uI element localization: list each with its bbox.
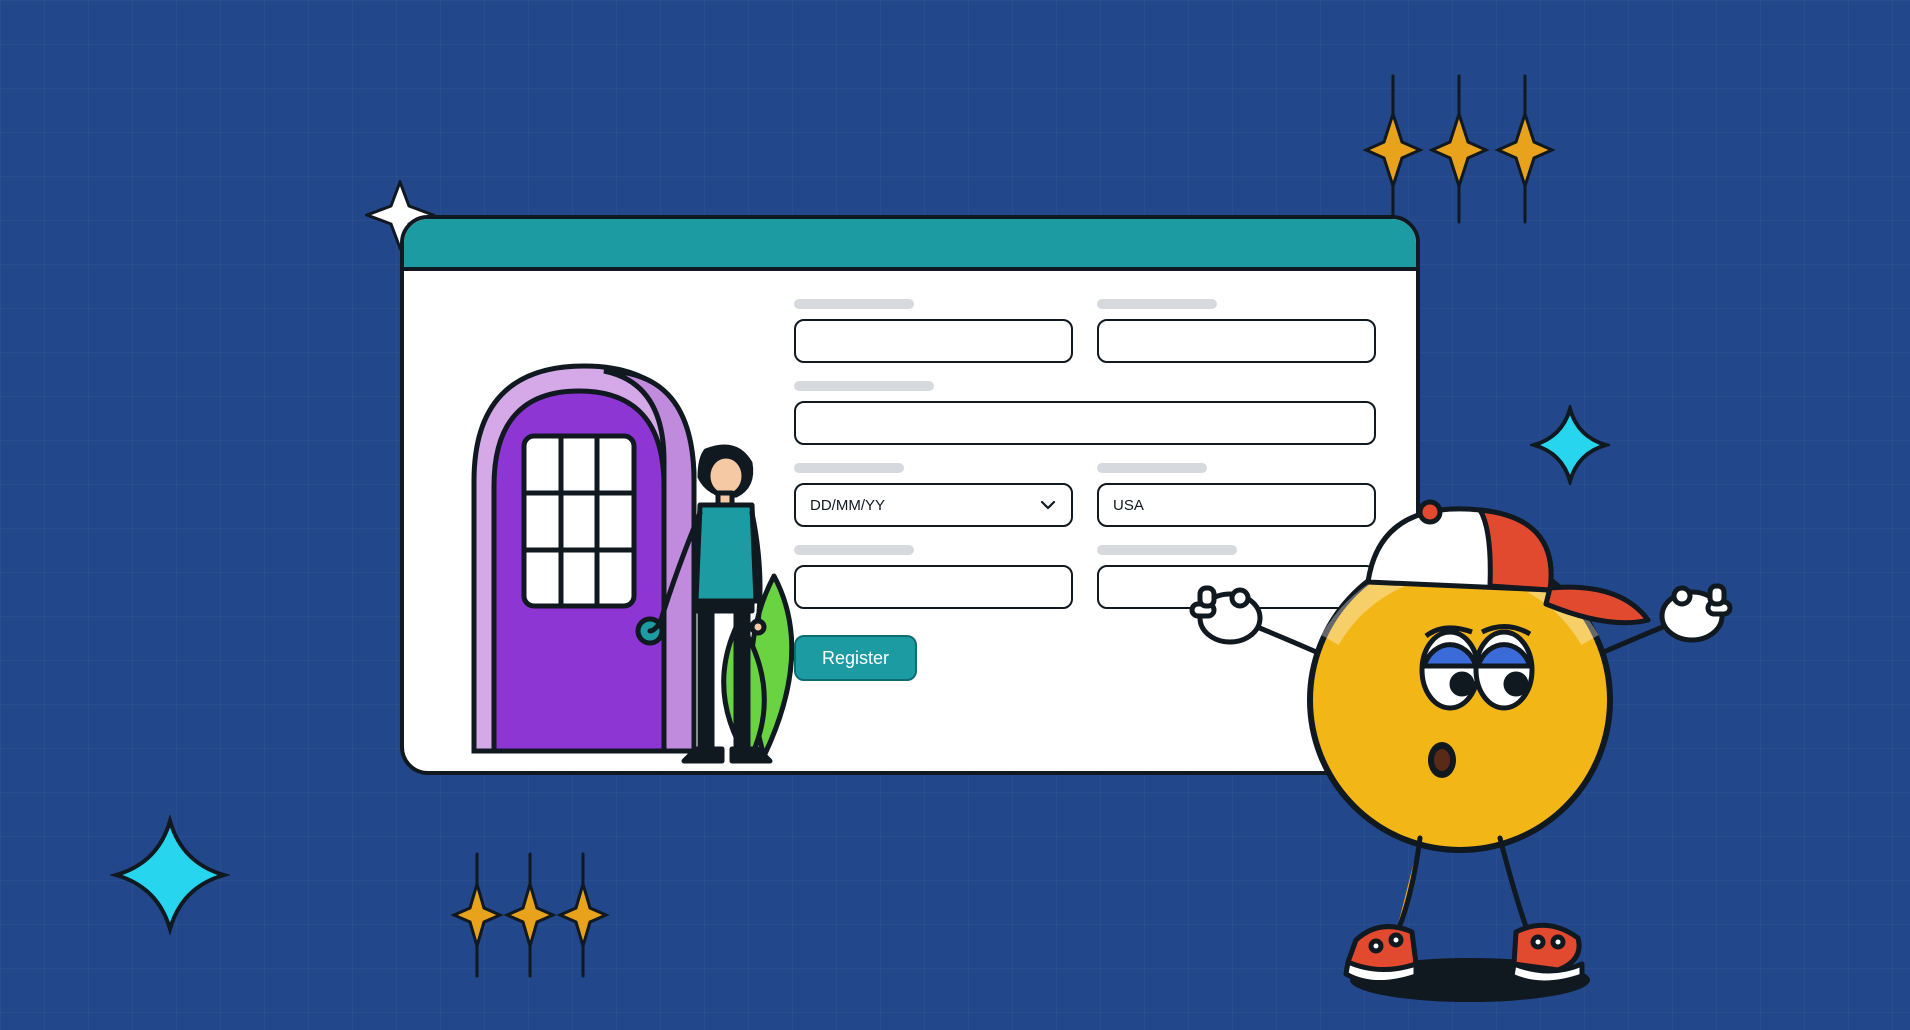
diamond-cyan-icon xyxy=(1530,405,1610,485)
door-person-illustration xyxy=(404,271,794,771)
register-button[interactable]: Register xyxy=(794,635,917,681)
register-window: DD/MM/YY USA xyxy=(400,215,1420,775)
label-placeholder xyxy=(1097,545,1237,555)
date-placeholder: DD/MM/YY xyxy=(810,497,885,514)
password-input[interactable] xyxy=(794,565,1073,609)
window-titlebar xyxy=(404,219,1416,271)
country-input[interactable]: USA xyxy=(1097,483,1376,527)
label-placeholder xyxy=(794,381,934,391)
date-select[interactable]: DD/MM/YY xyxy=(794,483,1073,527)
confirm-password-input[interactable] xyxy=(1097,565,1376,609)
chevron-down-icon xyxy=(1039,496,1057,514)
label-placeholder xyxy=(1097,299,1217,309)
label-placeholder xyxy=(794,463,904,473)
label-placeholder xyxy=(794,299,914,309)
diamond-cyan-icon xyxy=(110,815,230,935)
email-input[interactable] xyxy=(794,401,1376,445)
label-placeholder xyxy=(794,545,914,555)
sparkle-cluster-icon xyxy=(450,850,610,990)
last-name-input[interactable] xyxy=(1097,319,1376,363)
register-form: DD/MM/YY USA xyxy=(794,271,1416,771)
label-placeholder xyxy=(1097,463,1207,473)
first-name-input[interactable] xyxy=(794,319,1073,363)
register-button-label: Register xyxy=(822,648,889,669)
country-value: USA xyxy=(1113,497,1144,514)
